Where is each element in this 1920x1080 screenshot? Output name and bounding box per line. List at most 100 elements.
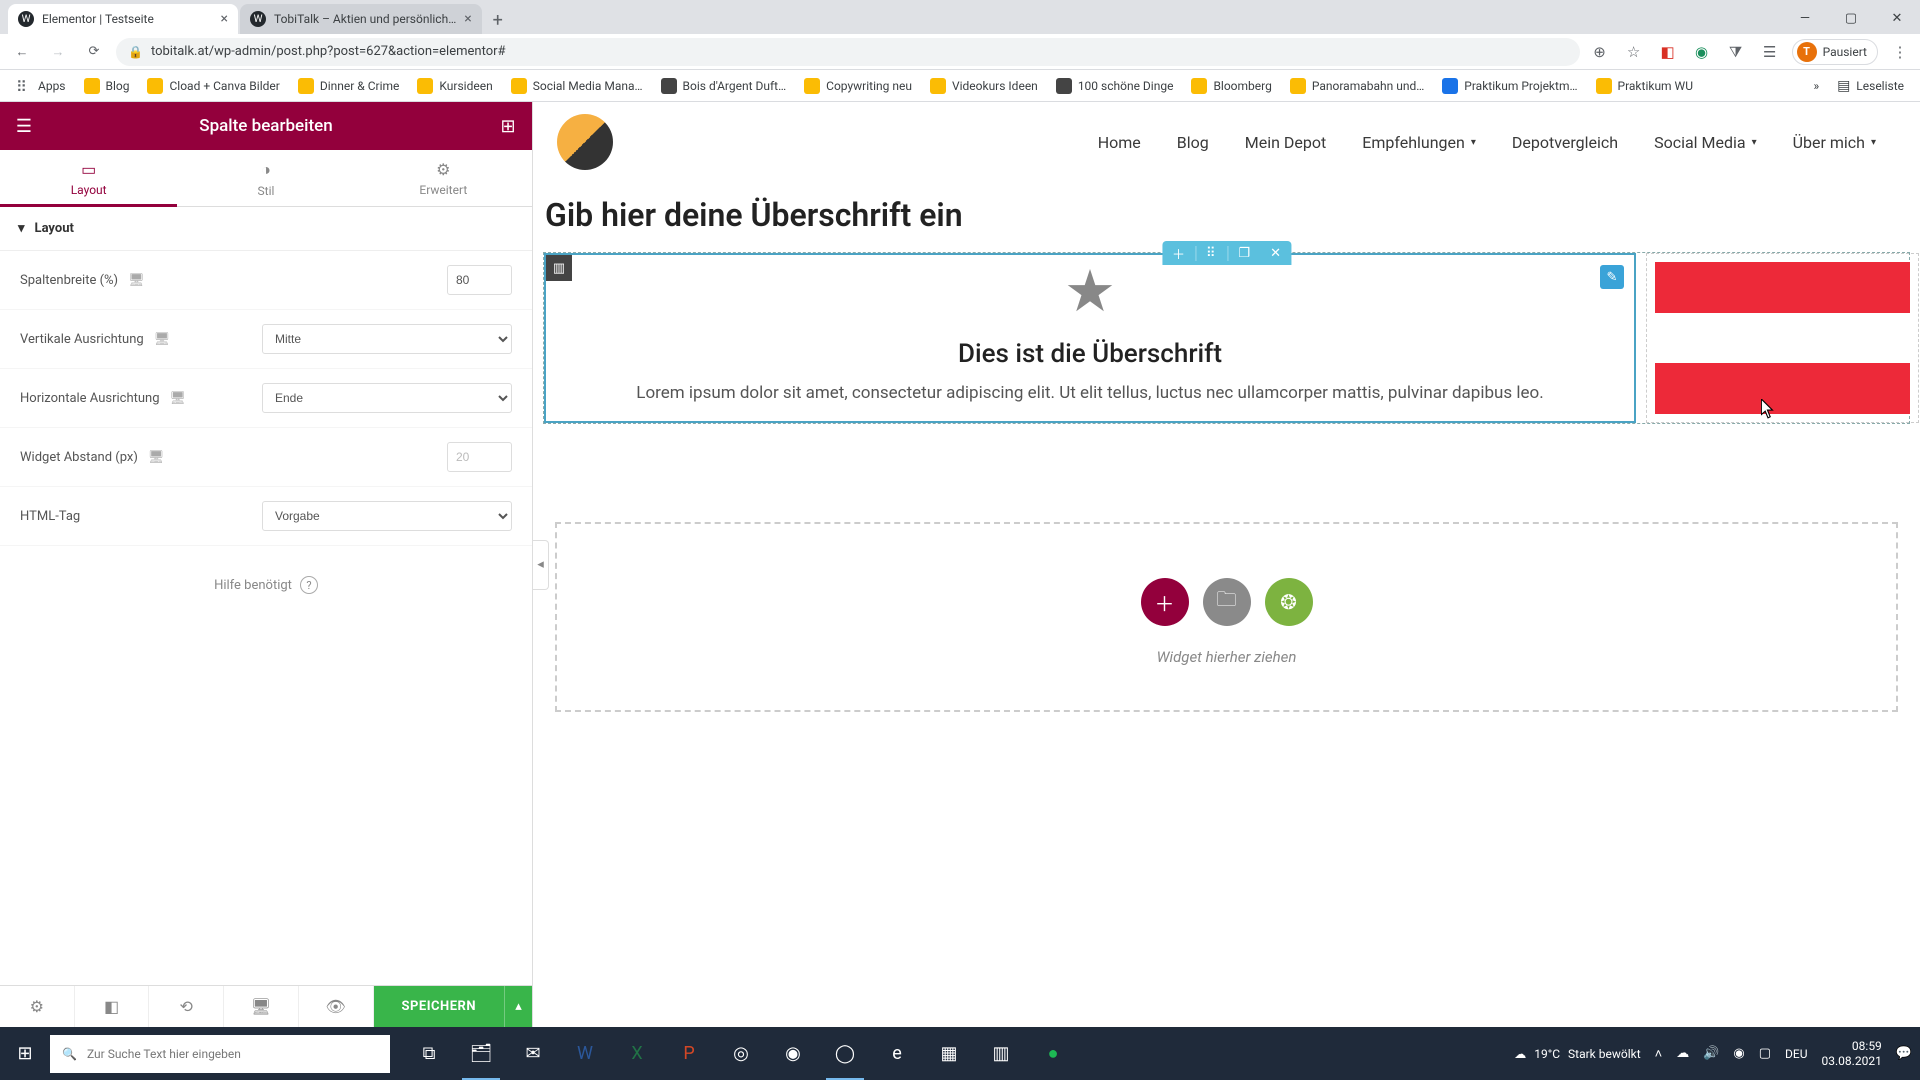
- nav-home[interactable]: Home: [1098, 133, 1141, 152]
- bookmarks-overflow[interactable]: »: [1807, 75, 1825, 97]
- taskbar-app-excel[interactable]: X: [612, 1027, 662, 1080]
- image-widget-flag-austria[interactable]: [1655, 262, 1910, 414]
- help-link[interactable]: Hilfe benötigt ?: [0, 546, 532, 624]
- apps-button[interactable]: ⠿Apps: [10, 74, 72, 98]
- bookmark-item[interactable]: Kursideen: [411, 74, 498, 98]
- settings-button[interactable]: ⚙: [0, 986, 75, 1027]
- responsive-icon[interactable]: 🖥: [128, 273, 145, 288]
- iconbox-widget[interactable]: ★ Dies ist die Überschrift Lorem ipsum d…: [556, 263, 1624, 403]
- bookmark-item[interactable]: Bloomberg: [1185, 74, 1277, 98]
- new-tab-button[interactable]: +: [484, 6, 512, 34]
- nav-depot[interactable]: Mein Depot: [1245, 133, 1326, 152]
- tab-style[interactable]: ◑ Stil: [177, 150, 354, 206]
- responsive-icon[interactable]: 🖥: [148, 450, 165, 465]
- maximize-button[interactable]: ▢: [1828, 2, 1874, 34]
- back-button[interactable]: ←: [8, 38, 36, 66]
- tray-battery-icon[interactable]: ▢: [1759, 1046, 1771, 1061]
- nav-social[interactable]: Social Media▾: [1654, 133, 1757, 152]
- taskbar-app-powerpoint[interactable]: P: [664, 1027, 714, 1080]
- bookmark-item[interactable]: Dinner & Crime: [292, 74, 406, 98]
- browser-tab[interactable]: W TobiTalk – Aktien und persönlich… ×: [240, 4, 482, 34]
- bookmark-item[interactable]: Bois d'Argent Duft…: [655, 74, 793, 98]
- bookmark-item[interactable]: 100 schöne Dinge: [1050, 74, 1180, 98]
- column-width-input[interactable]: [447, 265, 512, 295]
- section-layout-toggle[interactable]: ▾ Layout: [0, 207, 532, 251]
- tab-layout[interactable]: ▭ Layout: [0, 150, 177, 206]
- tray-language[interactable]: DEU: [1785, 1047, 1807, 1061]
- column-handle[interactable]: ▥: [546, 255, 572, 281]
- add-section-button[interactable]: ＋: [1141, 578, 1189, 626]
- add-section-button[interactable]: ＋: [1162, 244, 1195, 263]
- editor-canvas[interactable]: Home Blog Mein Depot Empfehlungen▾ Depot…: [533, 102, 1920, 1027]
- tray-onedrive-icon[interactable]: ☁: [1676, 1046, 1689, 1061]
- tray-volume-icon[interactable]: 🔊: [1703, 1046, 1719, 1061]
- extension-icon[interactable]: ◉: [1690, 40, 1714, 64]
- nav-about[interactable]: Über mich▾: [1793, 133, 1876, 152]
- html-tag-select[interactable]: Vorgabe: [262, 501, 512, 531]
- envato-button[interactable]: ❂: [1265, 578, 1313, 626]
- bookmark-item[interactable]: Blog: [78, 74, 136, 98]
- tray-chevron-icon[interactable]: ˄: [1655, 1046, 1663, 1062]
- add-section-dropzone[interactable]: ＋ 🗀 ❂ Widget hierher ziehen: [555, 522, 1898, 712]
- close-icon[interactable]: ×: [464, 11, 471, 27]
- site-logo[interactable]: [557, 114, 613, 170]
- close-button[interactable]: ✕: [1874, 2, 1920, 34]
- bookmark-item[interactable]: Praktikum WU: [1590, 74, 1699, 98]
- vertical-align-select[interactable]: Mitte: [262, 324, 512, 354]
- taskbar-app-brave[interactable]: ◎: [716, 1027, 766, 1080]
- extensions-icon[interactable]: ⧩: [1724, 40, 1748, 64]
- panel-collapse-handle[interactable]: ◂: [533, 540, 549, 590]
- tray-wifi-icon[interactable]: ◉: [1733, 1046, 1744, 1061]
- responsive-icon[interactable]: 🖥: [170, 391, 187, 406]
- nav-depotvergleich[interactable]: Depotvergleich: [1512, 133, 1618, 152]
- save-options-button[interactable]: ▴: [504, 986, 532, 1027]
- close-icon[interactable]: ×: [221, 11, 228, 27]
- address-bar[interactable]: 🔒 tobitalk.at/wp-admin/post.php?post=627…: [116, 38, 1580, 66]
- taskbar-app-word[interactable]: W: [560, 1027, 610, 1080]
- taskbar-app-chrome[interactable]: ◯: [820, 1027, 870, 1080]
- bookmark-item[interactable]: Panoramabahn und…: [1284, 74, 1430, 98]
- readinglist-icon[interactable]: ☰: [1758, 40, 1782, 64]
- section[interactable]: ▥ ✎ ★ Dies ist die Überschrift Lorem ips…: [543, 252, 1910, 424]
- taskbar-search[interactable]: 🔍 Zur Suche Text hier eingeben: [50, 1035, 390, 1073]
- taskbar-app-explorer[interactable]: 🗂: [456, 1027, 506, 1080]
- responsive-icon[interactable]: 🖥: [154, 332, 171, 347]
- taskbar-app[interactable]: ▥: [976, 1027, 1026, 1080]
- template-library-button[interactable]: 🗀: [1203, 578, 1251, 626]
- zoom-icon[interactable]: ⊕: [1588, 40, 1612, 64]
- notifications-icon[interactable]: 💬: [1896, 1046, 1912, 1061]
- taskbar-app-mail[interactable]: ✉: [508, 1027, 558, 1080]
- duplicate-section-button[interactable]: ❐: [1228, 246, 1260, 261]
- navigator-button[interactable]: ◧: [75, 986, 150, 1027]
- bookmark-item[interactable]: Videokurs Ideen: [924, 74, 1044, 98]
- nav-blog[interactable]: Blog: [1177, 133, 1209, 152]
- bookmark-item[interactable]: Praktikum Projektm…: [1436, 74, 1583, 98]
- save-button[interactable]: SPEICHERN: [374, 986, 505, 1027]
- edit-widget-button[interactable]: ✎: [1600, 265, 1624, 289]
- task-view-button[interactable]: ⧉: [404, 1027, 454, 1080]
- taskbar-app[interactable]: ▦: [924, 1027, 974, 1080]
- nav-empfehlungen[interactable]: Empfehlungen▾: [1362, 133, 1476, 152]
- tab-advanced[interactable]: ⚙ Erweitert: [355, 150, 532, 206]
- responsive-button[interactable]: 🖥: [224, 986, 299, 1027]
- horizontal-align-select[interactable]: Ende: [262, 383, 512, 413]
- column[interactable]: [1646, 253, 1919, 423]
- profile-paused[interactable]: T Pausiert: [1792, 39, 1878, 65]
- bookmark-item[interactable]: Copywriting neu: [798, 74, 918, 98]
- extension-icon[interactable]: ◧: [1656, 40, 1680, 64]
- taskbar-app-spotify[interactable]: ●: [1028, 1027, 1078, 1080]
- history-button[interactable]: ⟲: [149, 986, 224, 1027]
- taskbar-app-edge[interactable]: e: [872, 1027, 922, 1080]
- taskbar-app-obs[interactable]: ◉: [768, 1027, 818, 1080]
- widgets-grid-icon[interactable]: ⊞: [484, 102, 532, 150]
- menu-icon[interactable]: ☰: [0, 102, 48, 150]
- reload-button[interactable]: ⟳: [80, 38, 108, 66]
- bookmark-star-icon[interactable]: ☆: [1622, 40, 1646, 64]
- forward-button[interactable]: →: [44, 38, 72, 66]
- taskbar-clock[interactable]: 08:59 03.08.2021: [1822, 1039, 1882, 1068]
- menu-icon[interactable]: ⋮: [1888, 40, 1912, 64]
- column-selected[interactable]: ▥ ✎ ★ Dies ist die Überschrift Lorem ips…: [544, 253, 1636, 423]
- preview-button[interactable]: 👁: [299, 986, 374, 1027]
- start-button[interactable]: ⊞: [0, 1027, 50, 1080]
- bookmark-item[interactable]: Social Media Mana…: [505, 74, 649, 98]
